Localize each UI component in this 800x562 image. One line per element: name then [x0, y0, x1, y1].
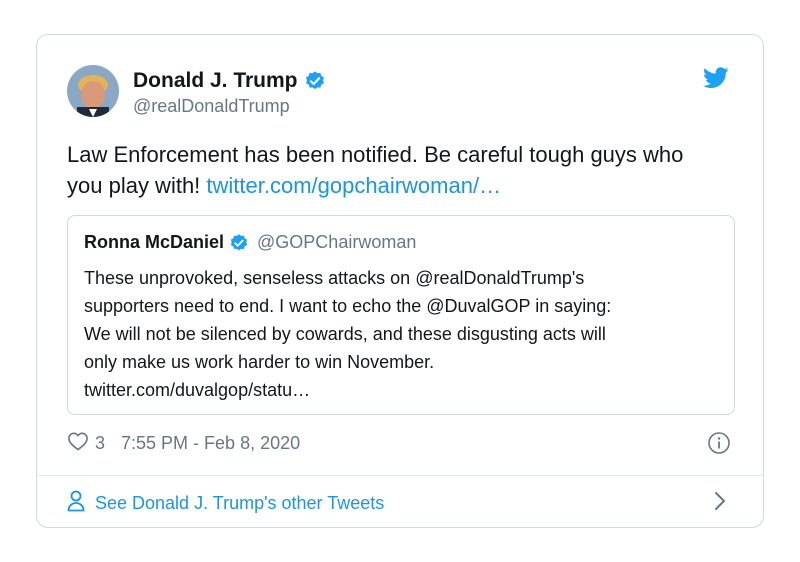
author-row: Donald J. Trump [133, 69, 326, 93]
heart-icon[interactable] [67, 431, 89, 456]
tweet-link[interactable]: twitter.com/gopchairwoman/… [206, 173, 501, 198]
avatar[interactable] [67, 65, 119, 117]
quoted-tweet-header: Ronna McDaniel @GOPChairwoman [84, 232, 416, 253]
quoted-tweet-line: We will not be silenced by cowards, and … [84, 324, 606, 344]
tweet-text: Law Enforcement has been notified. Be ca… [67, 139, 743, 201]
twitter-bird-icon[interactable] [703, 67, 729, 94]
tweet-text-line2: you play with! [67, 173, 207, 198]
verified-badge-icon [229, 233, 249, 253]
divider [37, 475, 763, 476]
author-display-name[interactable]: Donald J. Trump [133, 69, 298, 93]
person-icon [67, 490, 85, 517]
quoted-tweet-line: only make us work harder to win November… [84, 352, 435, 372]
tweet-card: Donald J. Trump @realDonaldTrump Law Enf… [36, 34, 764, 528]
tweet-text-line1: Law Enforcement has been notified. Be ca… [67, 142, 684, 167]
quoted-author-name: Ronna McDaniel [84, 232, 225, 252]
see-more-label[interactable]: See Donald J. Trump's other Tweets [95, 493, 384, 514]
like-count: 3 [95, 433, 106, 453]
quoted-tweet-link: twitter.com/duvalgop/statu… [84, 380, 311, 400]
quoted-tweet-text: These unprovoked, senseless attacks on @… [84, 264, 720, 404]
author-handle[interactable]: @realDonaldTrump [133, 96, 290, 117]
info-icon[interactable] [707, 431, 731, 460]
verified-badge-icon [304, 70, 326, 92]
quoted-tweet-line: These unprovoked, senseless attacks on @… [84, 268, 585, 288]
see-more-tweets-link[interactable]: See Donald J. Trump's other Tweets [67, 490, 384, 517]
tweet-meta: 3 7:55 PM - Feb 8, 2020 [67, 431, 300, 456]
tweet-timestamp[interactable]: 7:55 PM - Feb 8, 2020 [121, 433, 300, 454]
quoted-tweet[interactable]: Ronna McDaniel @GOPChairwoman These unpr… [67, 215, 735, 415]
quoted-tweet-line: supporters need to end. I want to echo t… [84, 296, 612, 316]
quoted-author-handle: @GOPChairwoman [257, 232, 417, 252]
chevron-right-icon[interactable] [713, 491, 727, 516]
